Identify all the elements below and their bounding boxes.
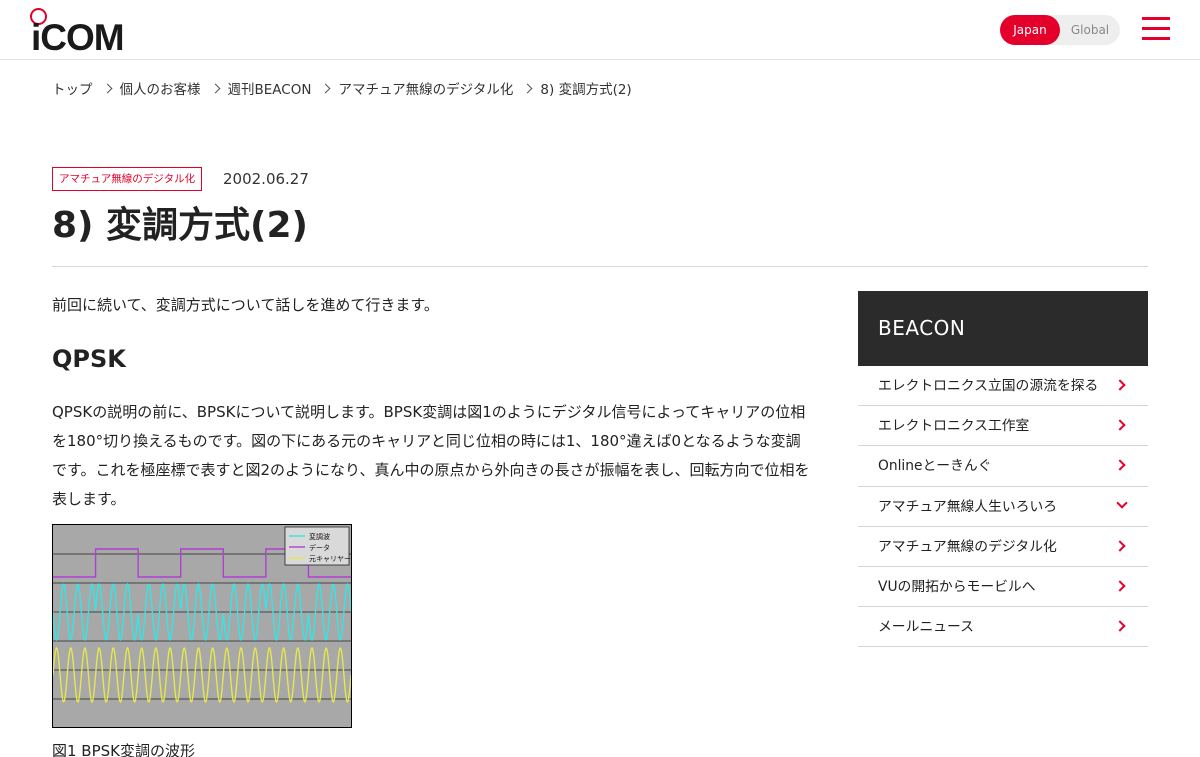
bpsk-waveform-figure: 変調波データ元キャリヤー bbox=[52, 524, 352, 728]
sidebar-item-label: アマチュア無線のデジタル化 bbox=[878, 538, 1057, 555]
bpsk-waveform-image: 変調波データ元キャリヤー bbox=[53, 525, 351, 727]
bpsk-paragraph: QPSKの説明の前に、BPSKについて説明します。BPSK変調は図1のようにデジ… bbox=[52, 403, 810, 508]
breadcrumb-top[interactable]: トップ bbox=[52, 78, 93, 98]
breadcrumb-personal[interactable]: 個人のお客様 bbox=[120, 78, 201, 98]
hamburger-menu-icon[interactable] bbox=[1142, 17, 1170, 43]
chevron-right-icon bbox=[210, 83, 220, 93]
breadcrumb-beacon[interactable]: 週刊BEACON bbox=[228, 78, 312, 98]
sidebar-item-electronics-origin[interactable]: エレクトロニクス立国の源流を探る bbox=[858, 366, 1148, 407]
breadcrumb-digital[interactable]: アマチュア無線のデジタル化 bbox=[338, 78, 513, 98]
chevron-down-icon bbox=[1116, 496, 1128, 509]
sidebar-item-digital[interactable]: アマチュア無線のデジタル化 bbox=[858, 527, 1148, 567]
chevron-right-icon bbox=[1114, 580, 1126, 592]
publish-date: 2002.06.27 bbox=[223, 170, 309, 188]
sidebar-item-vu-mobile[interactable]: VUの開拓からモービルへ bbox=[858, 567, 1148, 608]
beacon-sidebar: BEACON エレクトロニクス立国の源流を探る エレクトロニクス工作室 Onli… bbox=[858, 291, 1148, 648]
sidebar-item-workshop[interactable]: エレクトロニクス工作室 bbox=[858, 406, 1148, 447]
sidebar-item-label: エレクトロニクス立国の源流を探る bbox=[878, 378, 1099, 394]
site-header: iCOM Japan Global bbox=[0, 0, 1200, 60]
sidebar-item-label: VUの開拓からモービルへ bbox=[878, 578, 1036, 595]
legend-label: 元キャリヤー bbox=[309, 555, 351, 563]
legend-label: 変調波 bbox=[309, 532, 330, 541]
legend-label: データ bbox=[309, 543, 330, 552]
chevron-right-icon bbox=[1114, 419, 1126, 431]
figure-caption: 図1 BPSK変調の波形 bbox=[52, 742, 196, 757]
sidebar-item-online-talking[interactable]: Onlineとーきんぐ bbox=[858, 446, 1148, 487]
chevron-right-icon bbox=[1114, 379, 1126, 391]
title-divider bbox=[52, 266, 1148, 267]
sidebar-title: BEACON bbox=[858, 291, 1148, 366]
sidebar-item-mail-news[interactable]: メールニュース bbox=[858, 607, 1148, 648]
sidebar-item-ham-life[interactable]: アマチュア無線人生いろいろ bbox=[858, 487, 1148, 527]
icom-logo[interactable]: iCOM bbox=[30, 8, 125, 58]
logo-wordmark: iCOM bbox=[31, 17, 125, 58]
lang-global-button[interactable]: Global bbox=[1060, 15, 1120, 45]
sidebar-item-label: エレクトロニクス工作室 bbox=[878, 418, 1030, 435]
chevron-right-icon bbox=[321, 83, 331, 93]
chevron-right-icon bbox=[102, 83, 112, 93]
intro-text: 前回に続いて、変調方式について話しを進めて行きます。 bbox=[52, 296, 439, 314]
category-tag[interactable]: アマチュア無線のデジタル化 bbox=[52, 167, 203, 191]
breadcrumb-current: 8) 変調方式(2) bbox=[540, 82, 632, 98]
lang-japan-button[interactable]: Japan bbox=[1000, 15, 1060, 45]
chevron-right-icon bbox=[1114, 540, 1126, 552]
page-title: 8) 変調方式(2) bbox=[52, 205, 308, 246]
sidebar-item-label: アマチュア無線人生いろいろ bbox=[878, 498, 1058, 515]
chevron-right-icon bbox=[522, 83, 533, 93]
chevron-right-icon bbox=[1114, 620, 1126, 632]
sidebar-item-label: メールニュース bbox=[878, 619, 974, 636]
breadcrumb: トップ 個人のお客様 週刊BEACON アマチュア無線のデジタル化 8) 変調方… bbox=[52, 78, 632, 98]
section-heading-qpsk: QPSK bbox=[52, 345, 126, 373]
language-switch: Japan Global bbox=[1000, 15, 1120, 45]
sidebar-item-label: Onlineとーきんぐ bbox=[878, 458, 992, 475]
chevron-right-icon bbox=[1114, 459, 1126, 472]
